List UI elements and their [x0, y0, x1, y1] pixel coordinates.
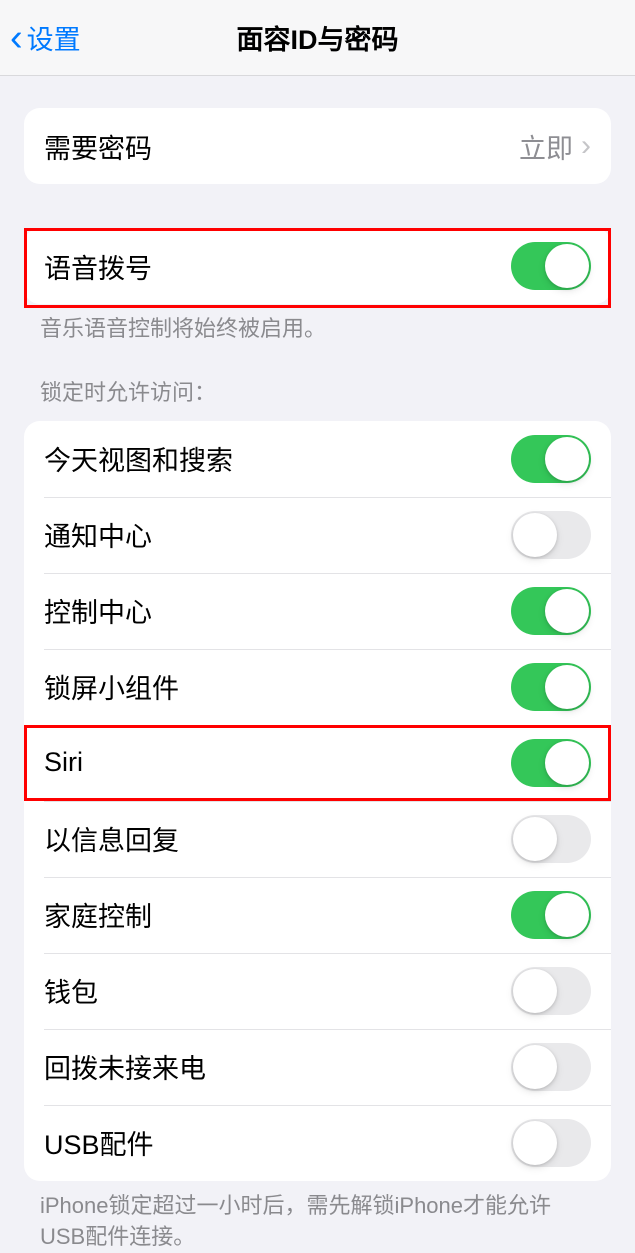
lock-access-label: 锁屏小组件 [44, 667, 511, 706]
toggle-knob [545, 893, 589, 937]
back-label: 设置 [27, 18, 81, 57]
nav-bar: ‹ 设置 面容ID与密码 [0, 0, 635, 76]
lock-access-row: Siri [24, 725, 611, 801]
chevron-left-icon: ‹ [10, 19, 23, 57]
back-button[interactable]: ‹ 设置 [0, 18, 81, 57]
lock-access-row: USB配件 [24, 1105, 611, 1181]
lock-access-row: 回拨未接来电 [24, 1029, 611, 1105]
lock-access-row: 今天视图和搜索 [24, 421, 611, 497]
lock-access-label: 以信息回复 [44, 819, 511, 858]
chevron-right-icon: › [581, 131, 591, 161]
require-passcode-value: 立即 [519, 127, 573, 166]
lock-access-row: 钱包 [24, 953, 611, 1029]
toggle-knob [545, 665, 589, 709]
lock-access-footer: iPhone锁定超过一小时后，需先解锁iPhone才能允许USB配件连接。 [0, 1181, 635, 1253]
toggle-knob [513, 817, 557, 861]
lock-access-toggle[interactable] [511, 511, 591, 559]
toggle-knob [545, 437, 589, 481]
voice-dial-toggle[interactable] [511, 242, 591, 290]
lock-access-toggle[interactable] [511, 587, 591, 635]
require-passcode-label: 需要密码 [44, 127, 519, 166]
lock-access-toggle[interactable] [511, 815, 591, 863]
page-title: 面容ID与密码 [237, 18, 399, 57]
lock-access-toggle[interactable] [511, 967, 591, 1015]
group-voice-dial: 语音拨号 [24, 228, 611, 304]
lock-access-row: 家庭控制 [24, 877, 611, 953]
toggle-knob [513, 1121, 557, 1165]
lock-access-label: 回拨未接来电 [44, 1047, 511, 1086]
lock-access-toggle[interactable] [511, 891, 591, 939]
lock-access-label: 控制中心 [44, 591, 511, 630]
lock-access-toggle[interactable] [511, 1119, 591, 1167]
lock-access-label: 钱包 [44, 971, 511, 1010]
lock-access-label: 家庭控制 [44, 895, 511, 934]
require-passcode-row[interactable]: 需要密码 立即 › [24, 108, 611, 184]
group-lock-access: 今天视图和搜索通知中心控制中心锁屏小组件 Siri 以信息回复家庭控制钱包回拨未接来… [24, 421, 611, 1181]
lock-access-toggle[interactable] [511, 663, 591, 711]
lock-access-toggle[interactable] [511, 739, 591, 787]
lock-access-row: 以信息回复 [24, 801, 611, 877]
lock-access-header: 锁定时允许访问： [0, 345, 635, 415]
lock-access-label: USB配件 [44, 1123, 511, 1162]
group-require-passcode: 需要密码 立即 › [24, 108, 611, 184]
toggle-knob [545, 244, 589, 288]
lock-access-label: 通知中心 [44, 515, 511, 554]
lock-access-row: 控制中心 [24, 573, 611, 649]
voice-dial-label: 语音拨号 [44, 247, 511, 286]
lock-access-label: Siri [44, 747, 511, 778]
toggle-knob [513, 1045, 557, 1089]
toggle-knob [545, 589, 589, 633]
lock-access-label: 今天视图和搜索 [44, 439, 511, 478]
lock-access-toggle[interactable] [511, 435, 591, 483]
toggle-knob [545, 741, 589, 785]
voice-dial-footer: 音乐语音控制将始终被启用。 [0, 304, 635, 345]
toggle-knob [513, 513, 557, 557]
voice-dial-row: 语音拨号 [24, 228, 611, 304]
lock-access-toggle[interactable] [511, 1043, 591, 1091]
lock-access-row: 通知中心 [24, 497, 611, 573]
toggle-knob [513, 969, 557, 1013]
lock-access-row: 锁屏小组件 [24, 649, 611, 725]
